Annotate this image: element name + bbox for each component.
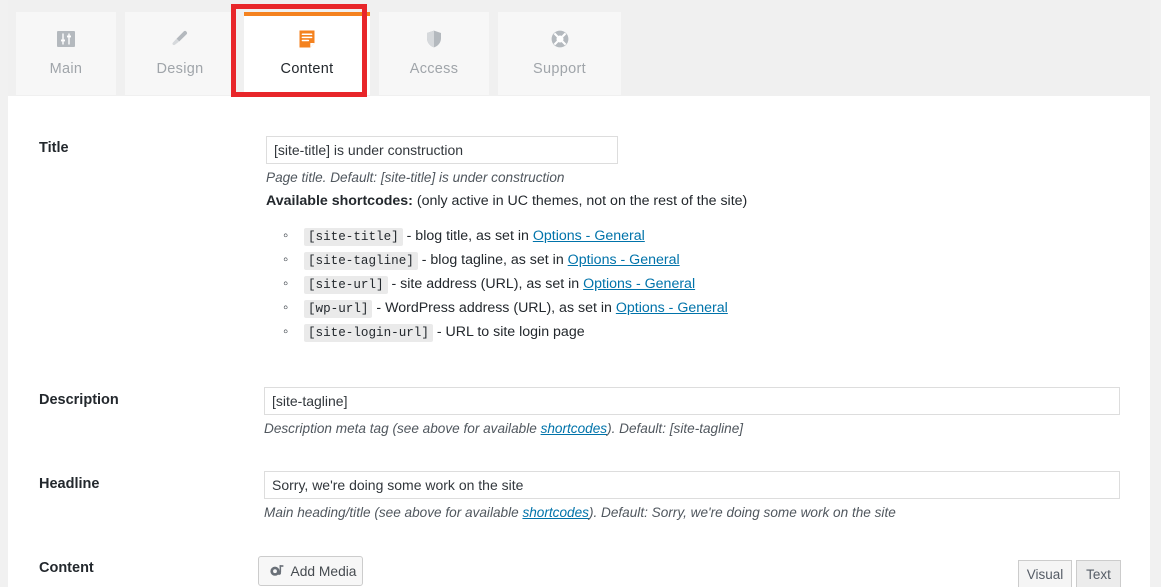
title-helper: Page title. Default: [site-title] is und… <box>266 170 565 185</box>
editor-tab-text[interactable]: Text <box>1076 560 1121 587</box>
title-input[interactable] <box>266 136 618 164</box>
content-label: Content <box>39 560 94 576</box>
add-media-button[interactable]: Add Media <box>258 556 363 586</box>
lifebuoy-icon <box>549 28 571 50</box>
paintbrush-icon <box>169 28 191 50</box>
settings-tab-bar: Main Design Content Access Support <box>8 0 1150 96</box>
shortcodes-anchor-link[interactable]: shortcodes <box>522 505 589 520</box>
tab-design-label: Design <box>156 61 204 77</box>
shortcodes-anchor-link[interactable]: shortcodes <box>541 421 608 436</box>
description-helper-prefix: Description meta tag (see above for avai… <box>264 421 541 436</box>
document-icon <box>296 28 318 50</box>
list-item: [site-tagline] - blog tagline, as set in… <box>283 248 728 272</box>
tab-access-label: Access <box>409 61 459 77</box>
shortcode-code: [site-title] <box>304 228 403 246</box>
description-label: Description <box>39 392 119 408</box>
editor-tab-text-label: Text <box>1086 566 1111 582</box>
shortcode-code: [site-login-url] <box>304 324 433 342</box>
headline-helper-suffix: ). Default: Sorry, we're doing some work… <box>588 505 896 520</box>
settings-form: Title Page title. Default: [site-title] … <box>8 96 1150 587</box>
shortcode-code: [site-tagline] <box>304 252 418 270</box>
shortcode-desc: - blog title, as set in <box>402 228 533 244</box>
shortcodes-heading-bold: Available shortcodes: <box>266 193 413 209</box>
right-edge-strip <box>1150 0 1161 587</box>
admin-page: Main Design Content Access Support Title… <box>0 0 1161 587</box>
shortcodes-list: [site-title] - blog title, as set in Opt… <box>266 224 728 344</box>
tab-support[interactable]: Support <box>498 12 621 95</box>
tab-main[interactable]: Main <box>16 12 116 95</box>
headline-helper: Main heading/title (see above for availa… <box>264 505 896 520</box>
description-input[interactable] <box>264 387 1120 415</box>
shield-icon <box>423 28 445 50</box>
tab-content[interactable]: Content <box>244 12 370 95</box>
description-helper-suffix: ). Default: [site-tagline] <box>607 421 744 436</box>
left-edge-strip <box>0 0 8 587</box>
list-item: [wp-url] - WordPress address (URL), as s… <box>283 296 728 320</box>
options-general-link[interactable]: Options - General <box>583 276 695 292</box>
shortcode-code: [wp-url] <box>304 300 373 318</box>
tab-access[interactable]: Access <box>379 12 489 95</box>
shortcode-desc: - WordPress address (URL), as set in <box>372 300 616 316</box>
shortcode-desc: - blog tagline, as set in <box>417 252 568 268</box>
shortcode-desc: - URL to site login page <box>432 324 585 340</box>
headline-label: Headline <box>39 476 100 492</box>
title-label: Title <box>39 140 69 156</box>
shortcode-code: [site-url] <box>304 276 388 294</box>
editor-tab-visual[interactable]: Visual <box>1018 560 1072 587</box>
tab-design[interactable]: Design <box>125 12 235 95</box>
headline-helper-prefix: Main heading/title (see above for availa… <box>264 505 523 520</box>
list-item: [site-title] - blog title, as set in Opt… <box>283 224 728 248</box>
options-general-link[interactable]: Options - General <box>533 228 645 244</box>
shortcode-desc: - site address (URL), as set in <box>387 276 584 292</box>
tab-main-label: Main <box>49 61 83 77</box>
options-general-link[interactable]: Options - General <box>616 300 728 316</box>
shortcodes-heading: Available shortcodes: (only active in UC… <box>266 193 747 209</box>
description-helper: Description meta tag (see above for avai… <box>264 421 743 436</box>
options-general-link[interactable]: Options - General <box>568 252 680 268</box>
tab-support-label: Support <box>533 61 586 77</box>
add-media-label: Add Media <box>290 563 357 579</box>
tab-content-label: Content <box>280 61 334 77</box>
list-item: [site-url] - site address (URL), as set … <box>283 272 728 296</box>
list-item: [site-login-url] - URL to site login pag… <box>283 320 728 344</box>
media-icon <box>269 563 285 579</box>
editor-tab-visual-label: Visual <box>1026 566 1064 582</box>
headline-input[interactable] <box>264 471 1120 499</box>
sliders-icon <box>55 28 77 50</box>
shortcodes-heading-rest: (only active in UC themes, not on the re… <box>412 193 748 209</box>
